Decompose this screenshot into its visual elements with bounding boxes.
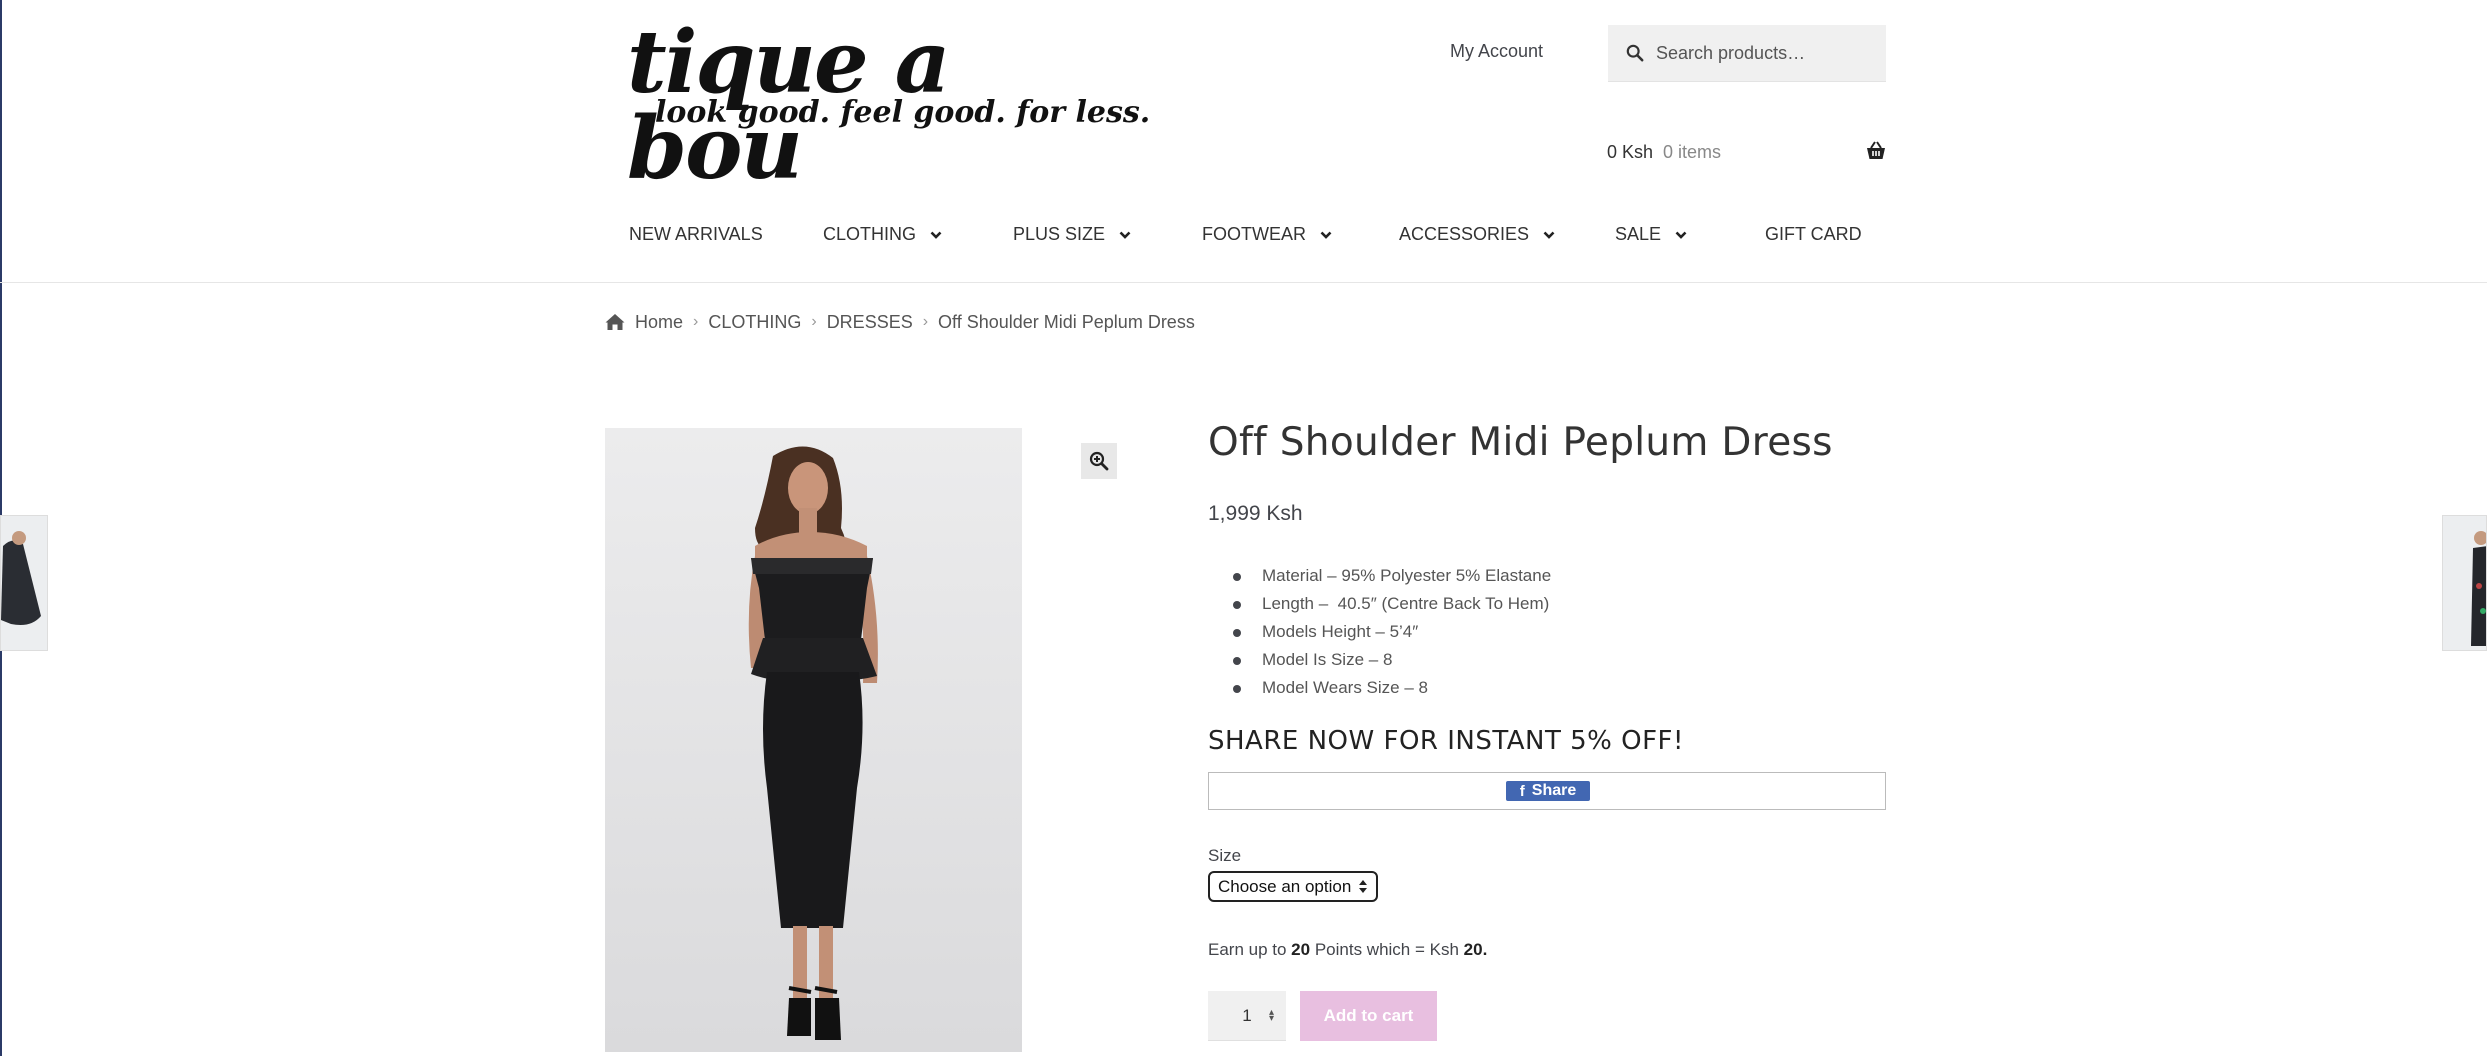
- select-arrows-icon: [1359, 880, 1367, 893]
- quantity-input[interactable]: 1 ▴ ▾: [1208, 991, 1286, 1041]
- chevron-down-icon: [1119, 231, 1131, 239]
- home-icon: [605, 314, 625, 330]
- header-divider: [0, 282, 2487, 283]
- header-cart[interactable]: 0 Ksh 0 items: [1607, 140, 1887, 164]
- nav-label: FOOTWEAR: [1202, 224, 1306, 244]
- logo-tagline: look good. feel good. for less.: [655, 95, 1151, 130]
- previous-product-thumbnail[interactable]: [0, 515, 48, 651]
- cart-amount: 0 Ksh: [1607, 141, 1654, 162]
- nav-plus-size[interactable]: PLUS SIZE: [1013, 224, 1131, 245]
- product-main-image[interactable]: [605, 428, 1022, 1052]
- nav-label: ACCESSORIES: [1399, 224, 1530, 244]
- breadcrumb-home[interactable]: Home: [635, 312, 683, 333]
- chevron-down-icon: [1543, 231, 1555, 239]
- spec-item: Models Height – 5’4″: [1233, 620, 1551, 648]
- nav-label: GIFT CARD: [1765, 224, 1862, 244]
- nav-label: SALE: [1615, 224, 1662, 244]
- chevron-down-icon: [1675, 231, 1687, 239]
- points-prefix: Earn up to: [1208, 940, 1292, 959]
- nav-label: PLUS SIZE: [1013, 224, 1106, 244]
- add-to-cart-button[interactable]: Add to cart: [1300, 991, 1437, 1041]
- chevron-down-icon: [930, 231, 942, 239]
- nav-new-arrivals[interactable]: NEW ARRIVALS: [629, 224, 763, 245]
- site-logo[interactable]: tique a bou look good. feel good. for le…: [625, 20, 1150, 192]
- dress-photo: [605, 428, 1022, 1052]
- reward-points-message: Earn up to 20 Points which = Ksh 20.: [1208, 940, 1487, 960]
- nav-clothing[interactable]: CLOTHING: [823, 224, 942, 245]
- zoom-in-icon: [1089, 451, 1109, 471]
- image-zoom-button[interactable]: [1081, 443, 1117, 479]
- nav-footwear[interactable]: FOOTWEAR: [1202, 224, 1332, 245]
- product-specs-list: Material – 95% Polyester 5% Elastane Len…: [1233, 564, 1551, 704]
- spec-item: Model Wears Size – 8: [1233, 676, 1551, 704]
- spec-item: Material – 95% Polyester 5% Elastane: [1233, 564, 1551, 592]
- search-input[interactable]: [1656, 42, 1876, 64]
- product-title: Off Shoulder Midi Peplum Dress: [1208, 420, 1833, 465]
- chevron-down-icon: [1320, 231, 1332, 239]
- facebook-icon: f: [1519, 782, 1525, 800]
- points-value: 20: [1291, 940, 1311, 959]
- cart-item-count: 0 items: [1663, 141, 1722, 162]
- breadcrumb-current: Off Shoulder Midi Peplum Dress: [938, 311, 1195, 332]
- nav-gift-card[interactable]: GIFT CARD: [1765, 224, 1862, 245]
- quantity-stepper-icon[interactable]: ▴ ▾: [1269, 1008, 1274, 1024]
- my-account-link[interactable]: My Account: [1450, 41, 1543, 62]
- search-icon: [1626, 44, 1644, 62]
- chevron-right-icon: ›: [693, 313, 699, 330]
- product-price: 1,999 Ksh: [1208, 502, 1303, 525]
- next-product-image: [2443, 516, 2486, 650]
- product-search[interactable]: [1608, 25, 1886, 82]
- next-product-thumbnail[interactable]: [2442, 515, 2487, 651]
- quantity-value: 1: [1242, 1005, 1252, 1025]
- basket-icon: [1867, 141, 1885, 159]
- chevron-right-icon: ›: [922, 313, 929, 330]
- spec-item: Length – 40.5″ (Centre Back To Hem): [1233, 592, 1551, 620]
- main-navigation: NEW ARRIVALS CLOTHING PLUS SIZE FOOTWEAR…: [629, 224, 1889, 252]
- spec-item: Model Is Size – 8: [1233, 648, 1551, 676]
- breadcrumb: Home › CLOTHING › DRESSES › Off Shoulder…: [605, 309, 1195, 335]
- share-button-label: Share: [1531, 782, 1577, 799]
- breadcrumb-clothing[interactable]: CLOTHING: [708, 312, 801, 333]
- size-select[interactable]: Choose an option: [1208, 871, 1378, 902]
- previous-product-image: [1, 516, 47, 650]
- points-mid: Points which = Ksh: [1310, 940, 1464, 959]
- facebook-share-button[interactable]: f Share: [1506, 781, 1590, 801]
- nav-label: CLOTHING: [823, 224, 917, 244]
- breadcrumb-dresses[interactable]: DRESSES: [827, 312, 913, 333]
- chevron-right-icon: ›: [811, 313, 817, 330]
- size-select-value: Choose an option: [1218, 876, 1352, 896]
- points-money: 20.: [1463, 940, 1488, 959]
- size-label: Size: [1208, 846, 1242, 865]
- share-heading: SHARE NOW FOR INSTANT 5% OFF!: [1208, 726, 1684, 756]
- nav-label: NEW ARRIVALS: [629, 224, 763, 244]
- nav-accessories[interactable]: ACCESSORIES: [1399, 224, 1555, 245]
- nav-sale[interactable]: SALE: [1615, 224, 1687, 245]
